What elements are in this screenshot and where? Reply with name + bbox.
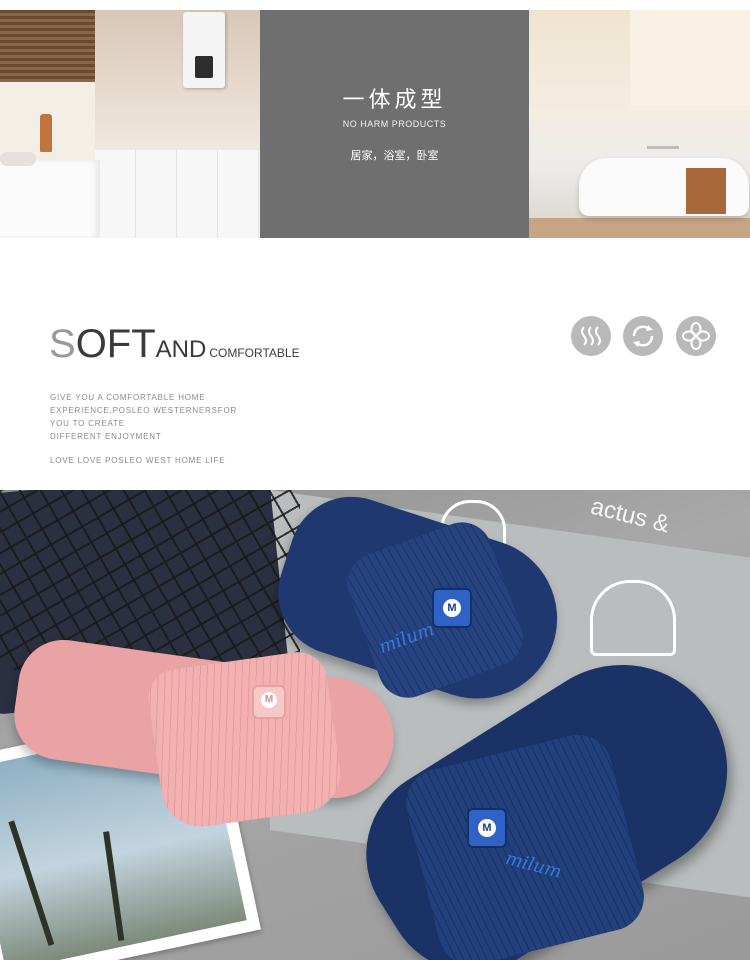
bathroom-photo-right: [529, 10, 750, 238]
bathroom-photo-left: [0, 10, 260, 238]
flower-petal-icon: [676, 316, 716, 356]
description-line: YOU TO CREATE: [50, 419, 125, 428]
water-heater: [183, 12, 225, 88]
curtain: [630, 10, 750, 106]
bottle: [40, 114, 52, 152]
slippers-product-photo: actus & M milum M M milum: [0, 490, 750, 960]
description-block: GIVE YOU A COMFORTABLE HOME EXPERIENCE,P…: [50, 391, 237, 443]
recycle-arrows-icon: [623, 316, 663, 356]
wall-tiles: [95, 150, 260, 238]
heading-letter-s: S: [49, 322, 76, 366]
description-footer: LOVE LOVE POSLEO WEST HOME LIFE: [50, 456, 226, 465]
banner-subtitle: NO HARM PRODUCTS: [342, 119, 447, 129]
description-line: EXPERIENCE,POSLEO WESTERNERSFOR: [50, 406, 238, 415]
bear-logo-badge: M: [252, 685, 286, 719]
heading-comfortable: COMFORTABLE: [209, 346, 300, 360]
mat-lettering: actus &: [588, 492, 673, 539]
bear-logo-badge: M: [432, 588, 472, 628]
banner-title: 一体成型: [342, 88, 447, 113]
wood-floor: [529, 218, 750, 238]
steam-wave-icon: [571, 316, 611, 356]
window-blind: [0, 10, 95, 82]
heading-and: AND: [155, 336, 207, 363]
bear-logo-badge: M: [467, 808, 507, 848]
cactus-drawing: [590, 580, 676, 656]
brown-towel: [686, 168, 726, 214]
top-banner: 一体成型 NO HARM PRODUCTS 居家，浴室，卧室: [0, 10, 750, 238]
bathtub-left: [0, 160, 100, 238]
heading-oft: OFT: [75, 322, 156, 366]
description-line: GIVE YOU A COMFORTABLE HOME: [50, 393, 206, 402]
soft-and-comfortable-heading: SOFTAND COMFORTABLE: [49, 322, 300, 367]
rolled-towel: [0, 152, 36, 166]
banner-rooms: 居家，浴室，卧室: [350, 149, 439, 162]
description-line: DIFFERENT ENJOYMENT: [50, 432, 162, 441]
banner-text-panel: 一体成型 NO HARM PRODUCTS 居家，浴室，卧室: [260, 10, 529, 238]
faucet: [647, 146, 679, 163]
